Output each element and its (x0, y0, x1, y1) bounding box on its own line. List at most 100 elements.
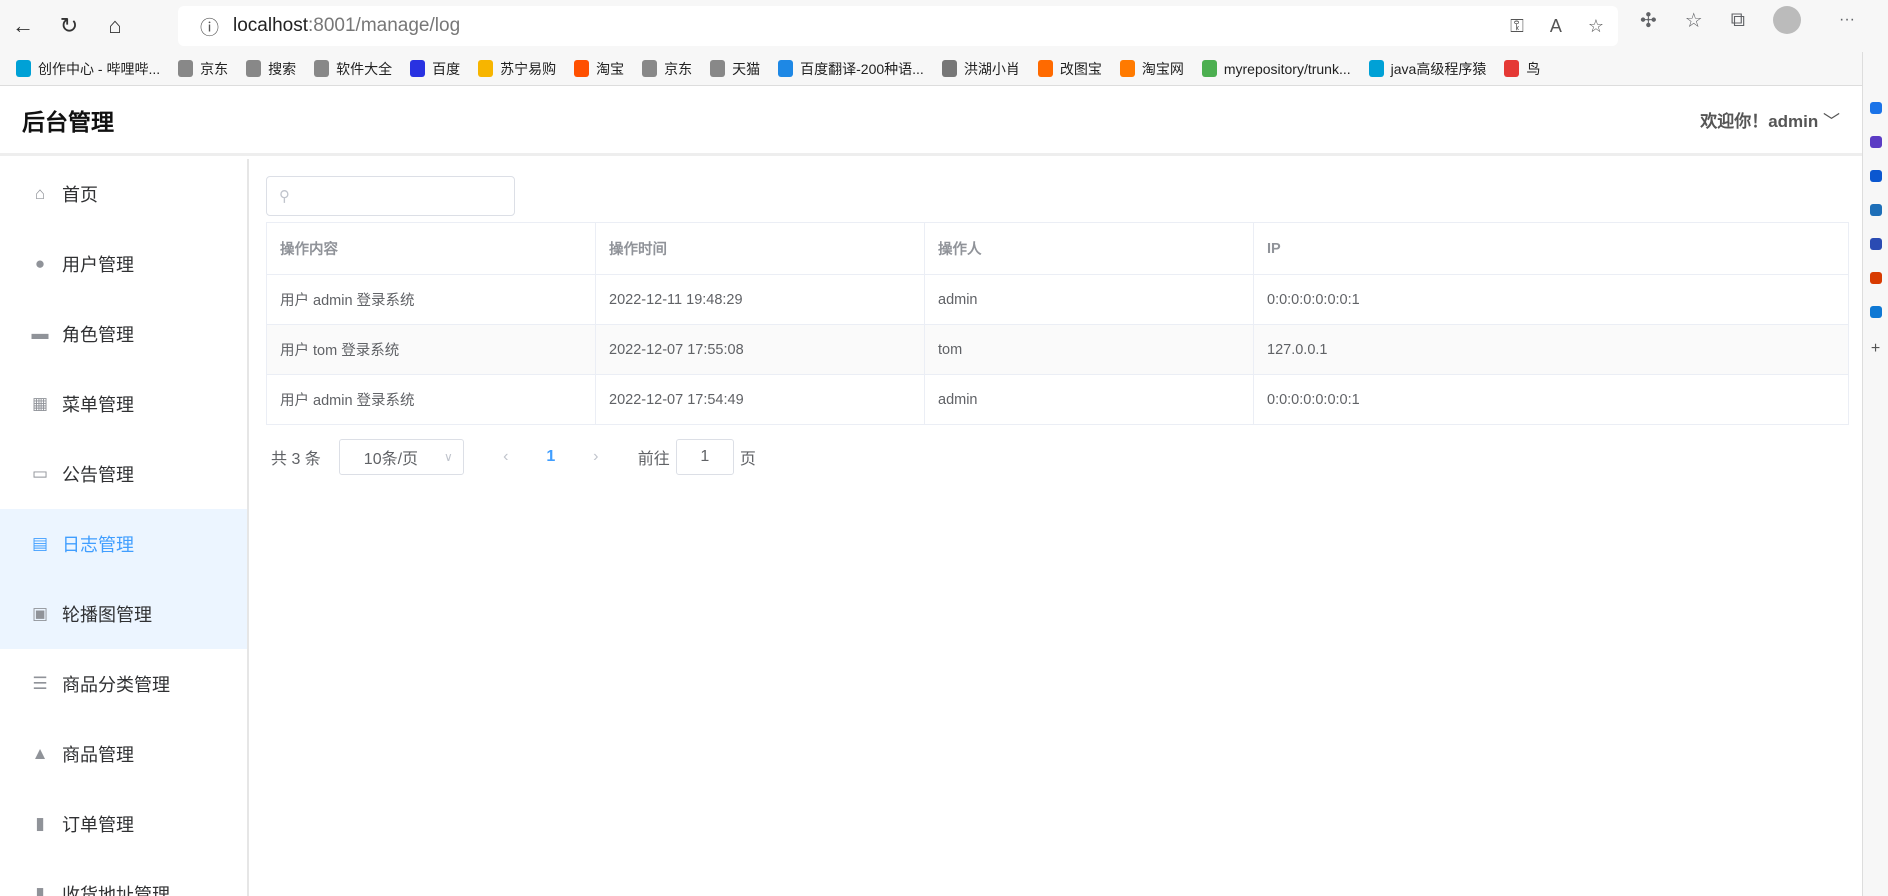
bookmark-favicon-icon (1201, 60, 1217, 77)
sidebar-item[interactable]: ▦ 菜单管理 (0, 369, 247, 439)
refresh-icon[interactable]: ↻ (46, 6, 92, 46)
sidebar-item[interactable]: ▭ 公告管理 (0, 439, 247, 509)
sidebar-item[interactable]: ● 用户管理 (0, 229, 247, 299)
key-icon[interactable]: ⚿ (1510, 16, 1524, 37)
home-icon[interactable]: ⌂ (92, 6, 138, 46)
search-input[interactable]: ⚲ (266, 176, 515, 216)
bookmark-label: 苏宁易购 (500, 60, 557, 77)
bookmarks-bar: 创作中心 - 哔哩哔... 京东 搜索 软件大全 百度 苏宁易购 淘宝 京东 天猫 百度翻译-20… (0, 52, 1888, 86)
sidebar-item[interactable]: ▤ 日志管理 (0, 509, 247, 579)
goto-label: 前往 (637, 451, 670, 468)
bookmark-favicon-icon (574, 60, 590, 77)
bookmark-label: 搜索 (268, 60, 297, 77)
bookmark-item[interactable]: 京东 (178, 59, 228, 79)
extensions-icon[interactable]: ✣ (1640, 8, 1657, 33)
bookmark-favicon-icon (941, 60, 957, 77)
read-aloud-icon[interactable]: A (1550, 16, 1562, 37)
table-cell: 127.0.0.1 (1253, 324, 1849, 375)
bookmark-item[interactable]: 鸟 (1504, 59, 1540, 79)
bookmark-item[interactable]: 搜索 (246, 59, 296, 79)
bookmark-favicon-icon (642, 60, 658, 77)
user-menu[interactable]: 欢迎你！admin ﹀ (1700, 107, 1840, 132)
menu-icon: ▦ (31, 394, 49, 413)
sidebar: ⌂ 首页 ● 用户管理 ▬ 角色管理 ▦ 菜单管理 ▭ 公告管理 ▤ 日志管理 ▣ 轮播图管理 ☰ 商品分类管… (0, 159, 249, 896)
column-header[interactable]: 操作人 (924, 222, 1254, 275)
sidebar-item[interactable]: ▬ 角色管理 (0, 299, 247, 369)
goto-page-input[interactable]: 1 (675, 439, 734, 475)
column-header[interactable]: IP (1253, 222, 1849, 275)
menu-icon: ▣ (31, 604, 49, 623)
bookmark-item[interactable]: 软件大全 (314, 59, 392, 79)
bookmark-item[interactable]: 淘宝 (574, 59, 624, 79)
table-cell: 2022-12-07 17:54:49 (595, 374, 925, 425)
app-title: 后台管理 (22, 108, 114, 135)
bookmark-item[interactable]: 百度 (410, 59, 460, 79)
menu-icon: ● (34, 254, 46, 273)
sidebar-item[interactable]: ▣ 轮播图管理 (0, 579, 247, 649)
search-side-icon[interactable] (1869, 102, 1882, 114)
current-page[interactable]: 1 (526, 448, 576, 466)
bookmark-favicon-icon (1119, 60, 1135, 77)
goto-value: 1 (700, 448, 710, 465)
sidebar-item[interactable]: ☰ 商品分类管理 (0, 649, 247, 719)
url-path: :8001/manage/log (308, 15, 461, 36)
office-icon[interactable] (1869, 272, 1882, 284)
bookmark-label: 京东 (664, 60, 693, 77)
sidebar-item[interactable]: ⌂ 首页 (0, 159, 247, 229)
address-bar[interactable]: ⓘ localhost:8001/manage/log ⚿ A ☆ (178, 6, 1618, 46)
people-icon[interactable] (1869, 238, 1882, 250)
column-header[interactable]: 操作内容 (266, 222, 596, 275)
sidebar-item-label: 用户管理 (62, 255, 134, 275)
table-cell: 用户 tom 登录系统 (266, 324, 596, 375)
favorite-add-icon[interactable]: ☆ (1588, 16, 1604, 37)
sidebar-item[interactable]: ▮ 收货地址管理 (0, 859, 247, 896)
outlook-icon[interactable] (1869, 306, 1882, 318)
page-size-select[interactable]: 10条/页 ∨ (338, 439, 464, 475)
sidebar-item-label: 菜单管理 (62, 395, 134, 415)
table-cell: 2022-12-07 17:55:08 (595, 324, 925, 375)
bookmark-item[interactable]: myrepository/trunk... (1201, 60, 1351, 77)
sidebar-item[interactable]: ▲ 商品管理 (0, 719, 247, 789)
bookmark-favicon-icon (1037, 60, 1053, 77)
table-row: 用户 tom 登录系统 2022-12-07 17:55:08 tom 127.0.0… (266, 324, 1849, 375)
bookmark-item[interactable]: 天猫 (710, 59, 760, 79)
sidebar-item[interactable]: ▮ 订单管理 (0, 789, 247, 859)
bookmark-item[interactable]: 改图宝 (1037, 59, 1102, 79)
table-cell: admin (924, 374, 1254, 425)
bookmark-favicon-icon (410, 60, 426, 77)
add-icon[interactable]: + (1871, 340, 1880, 358)
log-table: 操作内容 操作时间 操作人 IP 用户 admin 登录系统 2022-12-11 19… (266, 222, 1849, 425)
bookmark-item[interactable]: 淘宝网 (1119, 59, 1184, 79)
menu-icon: ▭ (31, 464, 49, 483)
column-header[interactable]: 操作时间 (595, 222, 925, 275)
bookmark-favicon-icon (178, 60, 194, 77)
next-page-button[interactable]: › (576, 448, 616, 466)
games-icon[interactable] (1869, 204, 1882, 216)
sidebar-item-label: 日志管理 (62, 535, 134, 555)
bookmark-item[interactable]: 洪湖小肖 (941, 59, 1020, 79)
more-icon[interactable]: ··· (1839, 11, 1855, 29)
bookmark-favicon-icon (710, 60, 726, 77)
sidebar-item-label: 首页 (62, 185, 98, 205)
tools-icon[interactable] (1869, 170, 1882, 182)
bookmark-item[interactable]: 京东 (642, 59, 692, 79)
bookmark-item[interactable]: 百度翻译-200种语... (778, 59, 924, 79)
bookmark-item[interactable]: 创作中心 - 哔哩哔... (16, 59, 160, 79)
prev-page-button[interactable]: ‹ (486, 448, 526, 466)
app-header: 后台管理 欢迎你！admin ﹀ (0, 86, 1862, 156)
shopping-icon[interactable] (1869, 136, 1882, 148)
table-cell: tom (924, 324, 1254, 375)
collections-icon[interactable]: ⧉ (1731, 9, 1745, 32)
bookmark-label: 百度 (432, 60, 461, 77)
table-cell: 2022-12-11 19:48:29 (595, 274, 925, 325)
total-count: 共 3 条 (271, 451, 321, 468)
back-icon[interactable]: ← (0, 6, 46, 46)
favorites-icon[interactable]: ☆ (1685, 8, 1703, 33)
url-host: localhost (233, 15, 309, 36)
table-cell: 0:0:0:0:0:0:0:1 (1253, 274, 1849, 325)
menu-icon: ▬ (31, 324, 49, 343)
sidebar-item-label: 公告管理 (62, 465, 134, 485)
bookmark-item[interactable]: 苏宁易购 (478, 59, 556, 79)
profile-avatar[interactable] (1772, 6, 1801, 34)
bookmark-item[interactable]: java高级程序猿 (1368, 59, 1486, 79)
